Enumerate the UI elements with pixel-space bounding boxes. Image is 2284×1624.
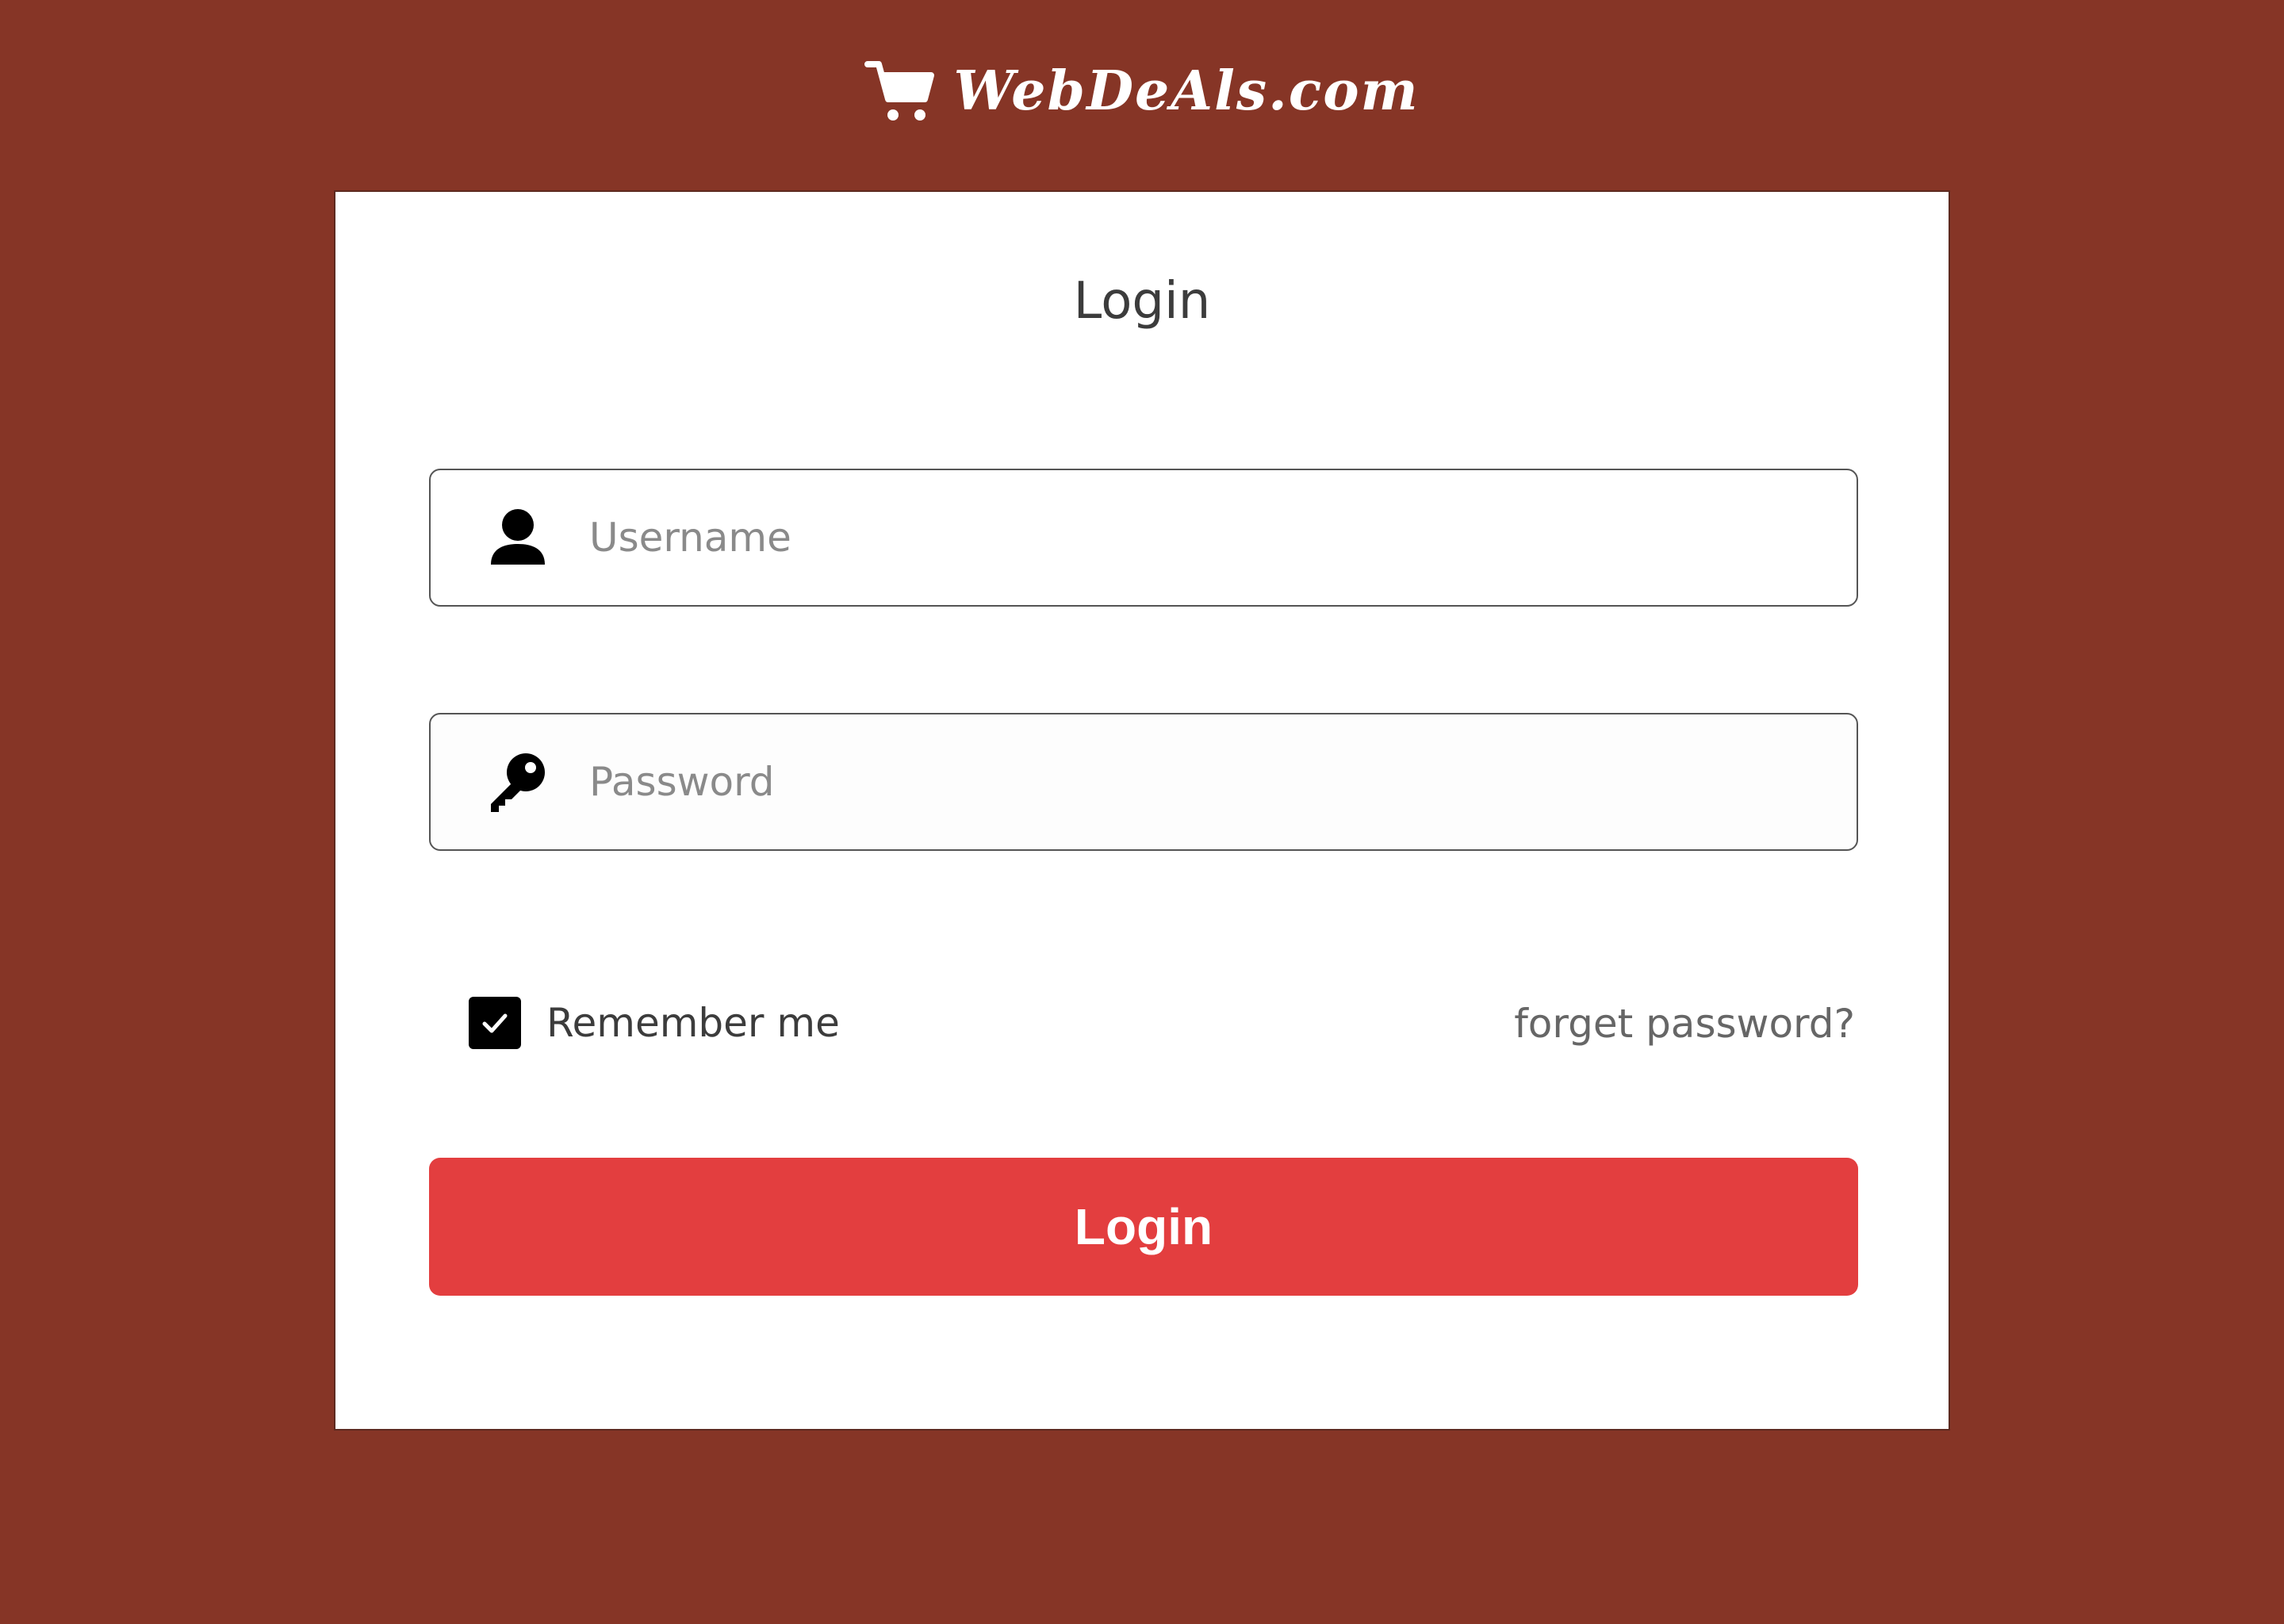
- remember-me-label: Remember me: [546, 1000, 840, 1046]
- remember-me-option[interactable]: Remember me: [469, 997, 840, 1049]
- login-card: Login Remember me forget password?: [334, 190, 1950, 1431]
- password-input[interactable]: [589, 714, 1833, 849]
- checkmark-icon: [482, 1013, 508, 1033]
- key-icon: [485, 749, 551, 815]
- site-logo[interactable]: WebDeAls.com: [0, 56, 2284, 127]
- remember-me-checkbox[interactable]: [469, 997, 521, 1049]
- username-input[interactable]: [589, 470, 1833, 605]
- shopping-cart-icon: [864, 58, 936, 124]
- forgot-password-link[interactable]: forget password?: [1514, 1001, 1855, 1047]
- user-icon: [485, 504, 551, 571]
- site-logo-text: WebDeAls.com: [953, 59, 1420, 123]
- username-field[interactable]: [429, 469, 1858, 607]
- password-field[interactable]: [429, 713, 1858, 851]
- login-title: Login: [1073, 272, 1211, 331]
- login-button[interactable]: Login: [429, 1158, 1858, 1296]
